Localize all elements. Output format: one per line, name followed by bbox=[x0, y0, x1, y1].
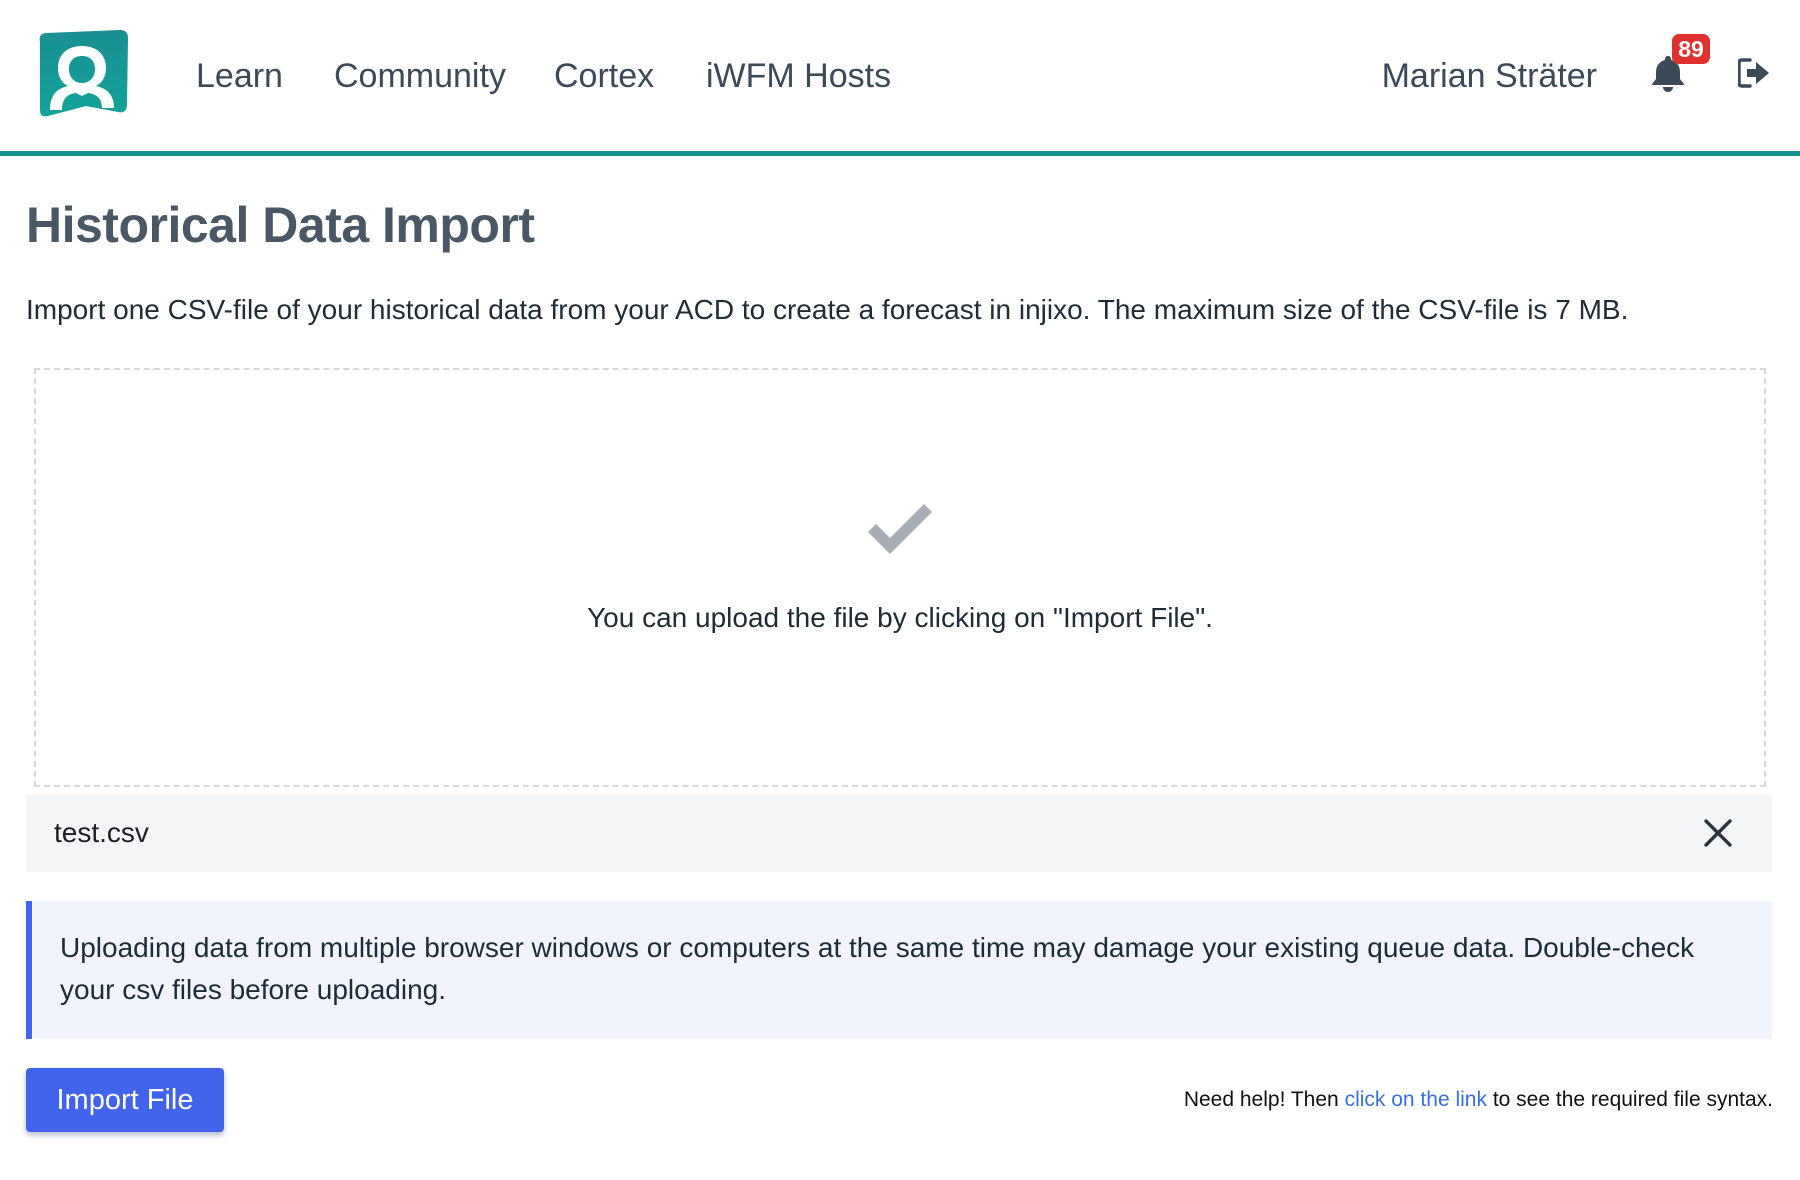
sign-out-icon[interactable] bbox=[1738, 58, 1770, 88]
selected-file-name: test.csv bbox=[54, 817, 149, 848]
help-prefix: Need help! Then bbox=[1183, 1088, 1339, 1111]
warning-notice-text: Uploading data from multiple browser win… bbox=[60, 932, 1695, 1005]
warning-notice: Uploading data from multiple browser win… bbox=[26, 901, 1772, 1039]
page-title: Historical Data Import bbox=[26, 197, 535, 253]
selected-file-row: test.csv bbox=[26, 795, 1772, 872]
user-name[interactable]: Marian Sträter bbox=[1382, 56, 1597, 96]
file-dropzone[interactable] bbox=[34, 368, 1766, 787]
notification-count-badge: 89 bbox=[1672, 34, 1710, 64]
nav-cortex[interactable]: Cortex bbox=[554, 56, 654, 96]
nav-community[interactable]: Community bbox=[334, 56, 506, 96]
top-navigation-bar: Learn Community Cortex iWFM Hosts Marian… bbox=[0, 0, 1800, 156]
nav-learn[interactable]: Learn bbox=[196, 56, 283, 96]
nav-iwfm-hosts[interactable]: iWFM Hosts bbox=[706, 56, 891, 96]
help-text: Need help! Then click on the link to see… bbox=[1184, 1086, 1773, 1114]
checkmark-icon bbox=[868, 504, 932, 554]
intro-text: Import one CSV-file of your historical d… bbox=[26, 294, 1629, 325]
user-silhouette-logo-icon[interactable] bbox=[36, 30, 129, 120]
dropzone-message: You can upload the file by clicking on "… bbox=[587, 602, 1213, 633]
help-suffix: to see the required file syntax. bbox=[1492, 1088, 1773, 1111]
import-file-button[interactable]: Import File bbox=[26, 1068, 224, 1132]
file-syntax-help-link[interactable]: click on the link bbox=[1345, 1088, 1487, 1111]
close-icon[interactable] bbox=[1702, 817, 1734, 849]
